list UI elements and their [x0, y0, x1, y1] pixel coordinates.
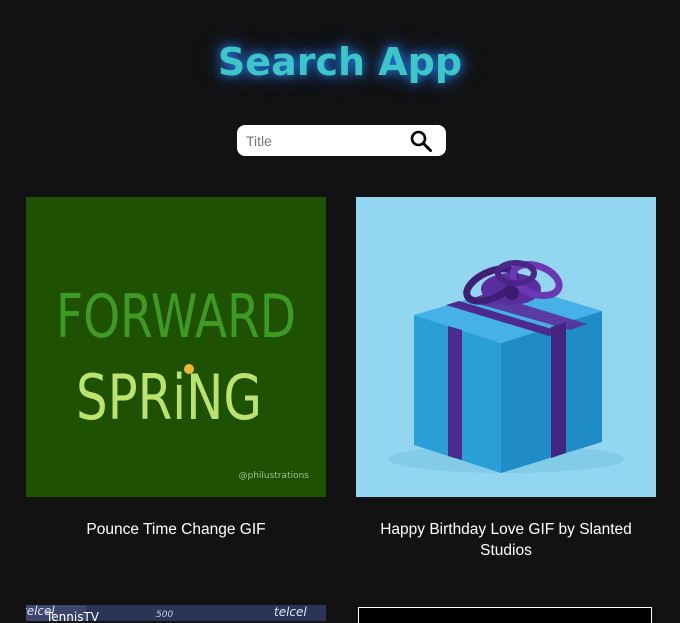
result-caption: Happy Birthday Love GIF by Slanted Studi… — [380, 521, 632, 559]
search-icon — [410, 130, 432, 152]
page-title: Search App — [217, 40, 463, 84]
gif-dot — [184, 364, 194, 374]
gif-text-tennistv: TennisTV — [45, 610, 100, 621]
search-box — [237, 125, 446, 156]
result-gif[interactable]: FORWARD SPRiNG @philustrations — [26, 197, 326, 497]
gif-text-spring: SPRiNG — [76, 361, 262, 434]
result-card[interactable]: FORWARD SPRiNG @philustrations Pounce Ti… — [26, 197, 326, 540]
gif-text-500: 500 — [156, 610, 173, 620]
result-card[interactable]: telcel TennisTV 500 telcel — [26, 605, 326, 621]
search-input[interactable] — [246, 125, 406, 156]
result-card[interactable]: Happy Birthday Love GIF by Slanted Studi… — [356, 197, 656, 561]
gif-watermark: @philustrations — [239, 471, 310, 481]
search-button[interactable] — [407, 128, 435, 154]
result-caption: Pounce Time Change GIF — [86, 521, 266, 538]
result-gif[interactable]: telcel TennisTV 500 telcel — [26, 605, 326, 621]
result-gif[interactable] — [356, 197, 656, 497]
gif-text-telcel-2: telcel — [274, 605, 307, 619]
gif-text-forward: FORWARD — [56, 282, 296, 352]
